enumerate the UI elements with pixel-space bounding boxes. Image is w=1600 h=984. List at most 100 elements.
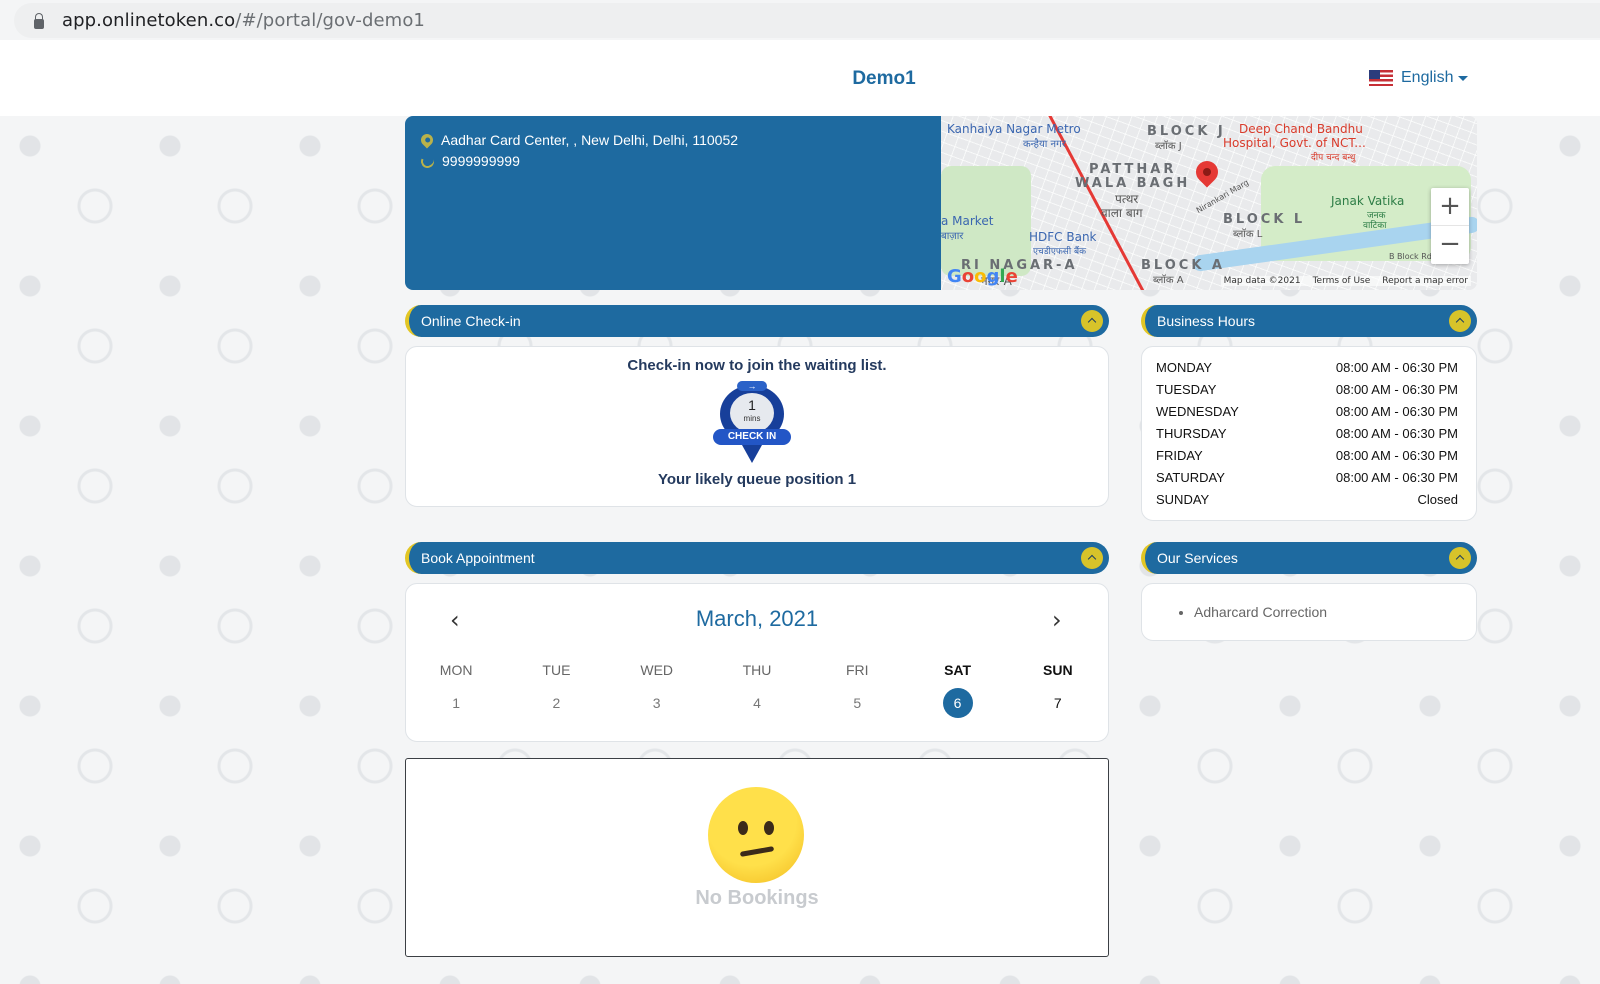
weekday-label: MON bbox=[439, 662, 473, 678]
collapse-toggle-icon[interactable] bbox=[1449, 547, 1471, 569]
date-number: 2 bbox=[552, 695, 561, 711]
date-number: 5 bbox=[853, 695, 862, 711]
hours-section-header[interactable]: Business Hours bbox=[1141, 305, 1477, 337]
map-zoom-control: + − bbox=[1431, 188, 1469, 264]
wait-time-value: 1 bbox=[748, 397, 756, 413]
map-label: ब्लॉक L bbox=[1233, 229, 1263, 240]
map-label: BLOCK J bbox=[1147, 124, 1226, 139]
checkin-panel: Check-in now to join the waiting list. 1… bbox=[405, 346, 1109, 507]
hours-table: MONDAY 08:00 AM - 06:30 PM TUESDAY 08:00 A… bbox=[1156, 357, 1458, 511]
url-host: app.onlinetoken.co bbox=[62, 10, 236, 31]
confused-face-icon bbox=[708, 787, 804, 883]
collapse-toggle-icon[interactable] bbox=[1081, 547, 1103, 569]
calendar-date[interactable]: 7 bbox=[1008, 688, 1108, 718]
time-range: 08:00 AM - 06:30 PM bbox=[1335, 360, 1458, 375]
weekday-label: SAT bbox=[944, 662, 972, 678]
check-in-label: CHECK IN bbox=[713, 429, 791, 445]
day-label: SUNDAY bbox=[1156, 492, 1210, 507]
calendar-date[interactable]: 1 bbox=[406, 688, 506, 718]
map-label: एचडीएफसी बैंक bbox=[1033, 247, 1087, 257]
emoji-eye bbox=[764, 821, 774, 835]
language-selector[interactable]: English bbox=[1369, 69, 1469, 87]
calendar-date[interactable]: 3 bbox=[607, 688, 707, 718]
map-label: वाटिका bbox=[1363, 221, 1387, 231]
map-label: Kanhaiya Nagar Metro bbox=[947, 122, 1081, 136]
map-label: BLOCK A bbox=[1141, 258, 1225, 273]
collapse-toggle-icon[interactable] bbox=[1449, 310, 1471, 332]
day-label: SATURDAY bbox=[1156, 470, 1225, 485]
check-in-button[interactable]: 1 mins → CHECK IN bbox=[713, 381, 791, 465]
weekday-header: MON TUE WED THU FRI SAT SUN bbox=[406, 662, 1108, 678]
calendar-date-selected[interactable]: 6 bbox=[907, 688, 1007, 718]
hours-row: FRIDAY 08:00 AM - 06:30 PM bbox=[1156, 445, 1458, 467]
map-label: B Block Rd bbox=[1389, 252, 1432, 261]
map-marker-icon[interactable] bbox=[1191, 156, 1223, 188]
date-number: 1 bbox=[452, 695, 461, 711]
calendar-date[interactable]: 5 bbox=[807, 688, 907, 718]
address-row: Aadhar Card Center, , New Delhi, Delhi, … bbox=[418, 131, 738, 149]
page-header: Demo1 English bbox=[0, 40, 1600, 116]
language-label: English bbox=[1401, 69, 1454, 86]
calendar-date[interactable]: 2 bbox=[506, 688, 606, 718]
time-range: 08:00 AM - 06:30 PM bbox=[1335, 426, 1458, 441]
time-range: 08:00 AM - 06:30 PM bbox=[1335, 448, 1458, 463]
browser-address-bar[interactable]: app.onlinetoken.co/#/portal/gov-demo1 bbox=[14, 3, 1600, 38]
service-item[interactable]: Adharcard Correction bbox=[1194, 604, 1327, 620]
time-range: 08:00 AM - 06:30 PM bbox=[1335, 404, 1458, 419]
services-section-header[interactable]: Our Services bbox=[1141, 542, 1477, 574]
phone-icon bbox=[419, 152, 436, 170]
collapse-toggle-icon[interactable] bbox=[1081, 310, 1103, 332]
appointment-section-title: Book Appointment bbox=[421, 550, 535, 566]
weekday-label: WED bbox=[640, 662, 674, 678]
map-label: HDFC Bank bbox=[1029, 230, 1097, 244]
url-text[interactable]: app.onlinetoken.co/#/portal/gov-demo1 bbox=[62, 10, 425, 31]
appointment-section-header[interactable]: Book Appointment bbox=[405, 542, 1109, 574]
weekday-label: FRI bbox=[845, 662, 869, 678]
map-label: Deep Chand Bandhu bbox=[1239, 122, 1363, 136]
map-footer: Map data ©2021 Terms of Use Report a map… bbox=[1220, 276, 1471, 286]
hours-row: SUNDAY Closed bbox=[1156, 489, 1458, 511]
lock-icon bbox=[34, 12, 44, 29]
calendar-panel: March, 2021 ‹ › MON TUE WED THU FRI SAT … bbox=[405, 583, 1109, 742]
chevron-left-icon[interactable]: ‹ bbox=[450, 606, 460, 634]
checkin-heading: Check-in now to join the waiting list. bbox=[627, 357, 887, 374]
hours-row: WEDNESDAY 08:00 AM - 06:30 PM bbox=[1156, 401, 1458, 423]
calendar-date[interactable]: 4 bbox=[707, 688, 807, 718]
map-label: ब्लॉक J bbox=[1155, 141, 1182, 152]
date-row: 1 2 3 4 5 6 7 bbox=[406, 688, 1108, 718]
chevron-down-icon bbox=[1458, 75, 1469, 81]
map-label: WALA BAGH bbox=[1075, 176, 1191, 191]
map-label: ब्लॉक A bbox=[1153, 275, 1184, 286]
report-error-link[interactable]: Report a map error bbox=[1382, 276, 1468, 286]
time-range: Closed bbox=[1417, 492, 1458, 507]
terms-link[interactable]: Terms of Use bbox=[1313, 276, 1371, 286]
emoji-eye bbox=[738, 821, 748, 835]
zoom-out-button[interactable]: − bbox=[1431, 226, 1469, 264]
hours-row: THURSDAY 08:00 AM - 06:30 PM bbox=[1156, 423, 1458, 445]
map-data-credit: Map data ©2021 bbox=[1223, 276, 1301, 286]
hours-row: MONDAY 08:00 AM - 06:30 PM bbox=[1156, 357, 1458, 379]
hours-row: SATURDAY 08:00 AM - 06:30 PM bbox=[1156, 467, 1458, 489]
map-label: वाला बाग bbox=[1101, 206, 1143, 220]
chevron-right-icon[interactable]: › bbox=[1052, 606, 1062, 634]
location-pin-icon bbox=[418, 131, 436, 149]
location-map[interactable]: Kanhaiya Nagar Metro कन्हैया नगर BLOCK J… bbox=[941, 116, 1477, 290]
hours-section-title: Business Hours bbox=[1157, 313, 1256, 329]
checkin-section-title: Online Check-in bbox=[421, 313, 521, 329]
day-label: WEDNESDAY bbox=[1156, 404, 1239, 419]
weekday-label: SUN bbox=[1043, 662, 1073, 678]
emoji-mouth bbox=[739, 846, 775, 857]
checkin-section-header[interactable]: Online Check-in bbox=[405, 305, 1109, 337]
phone-text[interactable]: 9999999999 bbox=[442, 153, 520, 169]
us-flag-icon bbox=[1369, 70, 1393, 86]
zoom-in-button[interactable]: + bbox=[1431, 188, 1469, 226]
map-label: PATTHAR bbox=[1089, 162, 1177, 177]
google-logo: Google bbox=[947, 266, 1018, 287]
location-info-card: Aadhar Card Center, , New Delhi, Delhi, … bbox=[405, 116, 941, 290]
page-title: Demo1 bbox=[852, 68, 916, 89]
services-panel: Adharcard Correction bbox=[1141, 583, 1477, 641]
day-label: MONDAY bbox=[1156, 360, 1213, 375]
time-range: 08:00 AM - 06:30 PM bbox=[1335, 382, 1458, 397]
day-label: TUESDAY bbox=[1156, 382, 1217, 397]
date-number: 6 bbox=[942, 688, 973, 718]
